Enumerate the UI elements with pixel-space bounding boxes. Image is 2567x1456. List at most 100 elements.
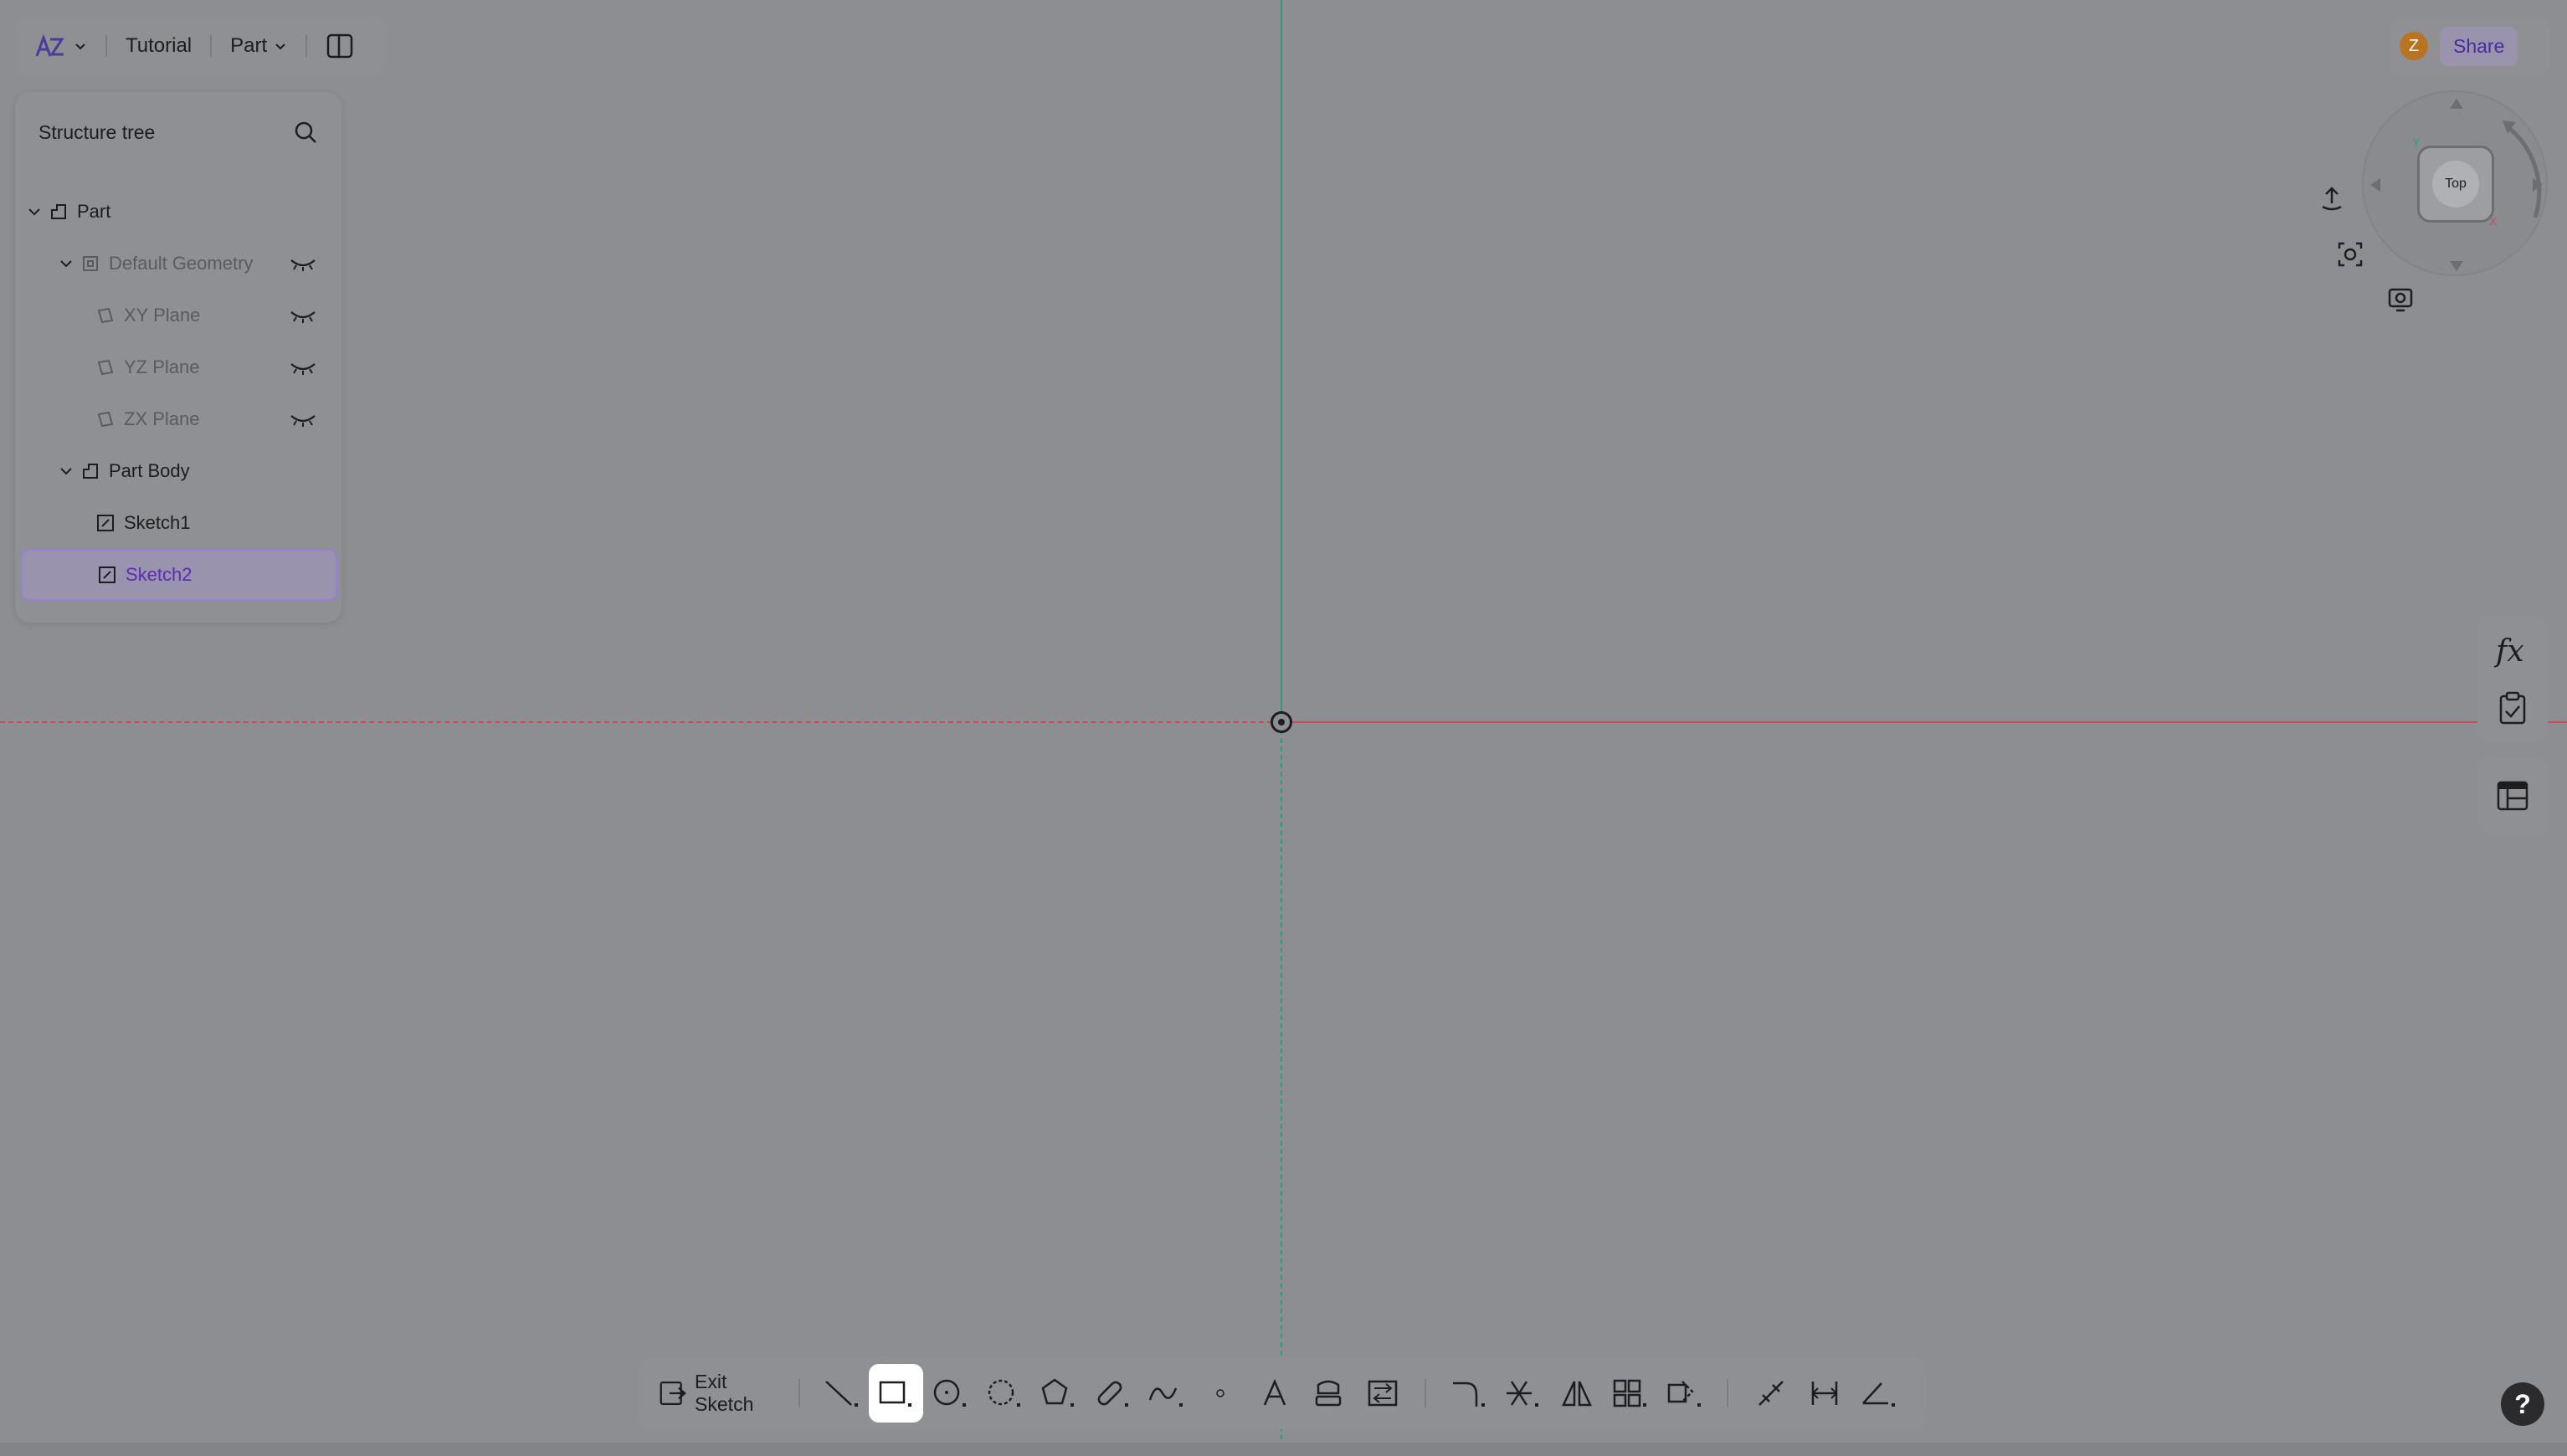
constraint-icon: [1811, 1382, 1838, 1405]
rectangle-tool[interactable]: [869, 1364, 923, 1423]
view-cube-face-label: Top: [2445, 177, 2467, 191]
exit-sketch-icon: [660, 1382, 686, 1405]
tree-item-label: Sketch1: [124, 512, 191, 533]
formula-icon[interactable]: fx: [2496, 634, 2524, 669]
share-button[interactable]: Share: [2440, 26, 2518, 66]
sketch-toolbar: Exit Sketch: [639, 1357, 1926, 1429]
fillet-tool[interactable]: [1441, 1364, 1496, 1423]
line-tool[interactable]: [815, 1364, 870, 1423]
exit-sketch-label: Exit Sketch: [695, 1371, 754, 1415]
circle-tool[interactable]: [923, 1364, 978, 1423]
tree-item-label: Part: [77, 201, 111, 222]
home-view-icon: [2322, 187, 2342, 211]
help-button[interactable]: ?: [2501, 1382, 2544, 1426]
chevron-down-icon[interactable]: [59, 256, 74, 271]
transform-tool[interactable]: [1658, 1364, 1712, 1423]
geometry-icon: [83, 256, 98, 271]
slot-icon: [1097, 1381, 1128, 1407]
divider: [1425, 1379, 1427, 1407]
tree-item-default-geometry[interactable]: Default Geometry: [59, 239, 336, 288]
chevron-down-icon[interactable]: [59, 464, 74, 479]
app-menu-button[interactable]: [33, 31, 87, 61]
eye-closed-icon[interactable]: [290, 411, 316, 428]
divider: [210, 35, 213, 57]
chevron-down-icon: [75, 44, 85, 50]
construction-icon: [1316, 1380, 1342, 1407]
view-cube-face[interactable]: Top: [2417, 146, 2494, 223]
share-area: Z Share: [2390, 17, 2550, 75]
spline-tool[interactable]: [1139, 1364, 1194, 1423]
view-settings-button[interactable]: [2382, 281, 2419, 318]
tree-item-label: Sketch2: [126, 564, 193, 585]
slot-tool[interactable]: [1086, 1364, 1140, 1423]
axis-y-label: Y: [2412, 136, 2421, 149]
x-axis-positive: [1282, 721, 2567, 723]
chevron-down-icon: [275, 44, 285, 50]
avatar[interactable]: Z: [2400, 32, 2428, 60]
tree-item-part[interactable]: Part: [27, 187, 336, 236]
polygon-icon: [1041, 1378, 1075, 1407]
tree-item-zx-plane[interactable]: ZX Plane: [95, 395, 336, 443]
panel-toggle-icon[interactable]: [326, 32, 354, 60]
top-toolbar: Tutorial Part: [17, 17, 385, 75]
tree-item-label: Default Geometry: [109, 253, 254, 274]
angle-tool[interactable]: [1851, 1364, 1906, 1423]
divider: [798, 1379, 800, 1407]
dimension-icon: [1758, 1381, 1784, 1406]
plane-icon: [97, 307, 114, 324]
point-tool[interactable]: [1194, 1364, 1248, 1423]
pattern-tool[interactable]: [1604, 1364, 1658, 1423]
tree-item-yz-plane[interactable]: YZ Plane: [95, 343, 336, 392]
status-strip: [0, 1443, 2567, 1456]
polygon-tool[interactable]: [1031, 1364, 1086, 1423]
dimension-tool[interactable]: [1743, 1364, 1798, 1423]
tree-item-sketch1[interactable]: Sketch1: [95, 499, 336, 547]
mirror-icon: [1561, 1381, 1592, 1407]
origin-point[interactable]: [1271, 711, 1292, 733]
y-axis-negative: [1281, 721, 1282, 1456]
divider: [305, 35, 308, 57]
plane-icon: [97, 411, 114, 428]
mode-dropdown[interactable]: Part: [230, 34, 287, 58]
constraint-tool[interactable]: [1798, 1364, 1852, 1423]
sketch-icon: [99, 567, 116, 583]
sketch-canvas[interactable]: [0, 0, 2567, 1456]
tree-item-sketch2[interactable]: Sketch2: [21, 549, 337, 601]
tree-item-xy-plane[interactable]: XY Plane: [95, 291, 336, 340]
table-icon[interactable]: [2496, 780, 2529, 812]
checklist-icon[interactable]: [2497, 691, 2528, 726]
convert-tool[interactable]: [1356, 1364, 1410, 1423]
sketch-icon: [97, 515, 114, 531]
app-logo-icon: [35, 33, 64, 57]
circle-icon: [933, 1379, 967, 1407]
convert-icon: [1368, 1380, 1398, 1407]
eye-closed-icon[interactable]: [290, 359, 316, 376]
arc-tool[interactable]: [977, 1364, 1031, 1423]
home-view-button[interactable]: [2313, 181, 2350, 218]
project-name[interactable]: Tutorial: [126, 34, 192, 58]
plane-icon: [97, 359, 114, 376]
body-icon: [83, 464, 98, 479]
search-icon[interactable]: [293, 120, 318, 145]
line-icon: [824, 1381, 858, 1407]
tree-item-label: Part Body: [109, 460, 190, 481]
tree-item-label: ZX Plane: [124, 408, 200, 429]
text-tool[interactable]: [1248, 1364, 1302, 1423]
tree-item-label: YZ Plane: [124, 356, 200, 377]
rectangle-icon: [880, 1381, 912, 1407]
eye-closed-icon[interactable]: [290, 307, 316, 324]
structure-tree-title: Structure tree: [39, 120, 156, 143]
side-tools-panel-2: [2477, 758, 2548, 833]
spline-icon: [1148, 1387, 1183, 1407]
mirror-tool[interactable]: [1549, 1364, 1604, 1423]
tree-item-part-body[interactable]: Part Body: [59, 447, 336, 495]
eye-closed-icon[interactable]: [290, 255, 316, 272]
chevron-down-icon[interactable]: [27, 204, 42, 219]
construction-tool[interactable]: [1301, 1364, 1356, 1423]
trim-tool[interactable]: [1496, 1364, 1550, 1423]
transform-icon: [1667, 1381, 1702, 1407]
zoom-fit-button[interactable]: [2332, 236, 2369, 273]
divider: [105, 35, 107, 57]
view-cube[interactable]: Top Y X: [2362, 90, 2548, 276]
exit-sketch-button[interactable]: Exit Sketch: [659, 1371, 783, 1416]
